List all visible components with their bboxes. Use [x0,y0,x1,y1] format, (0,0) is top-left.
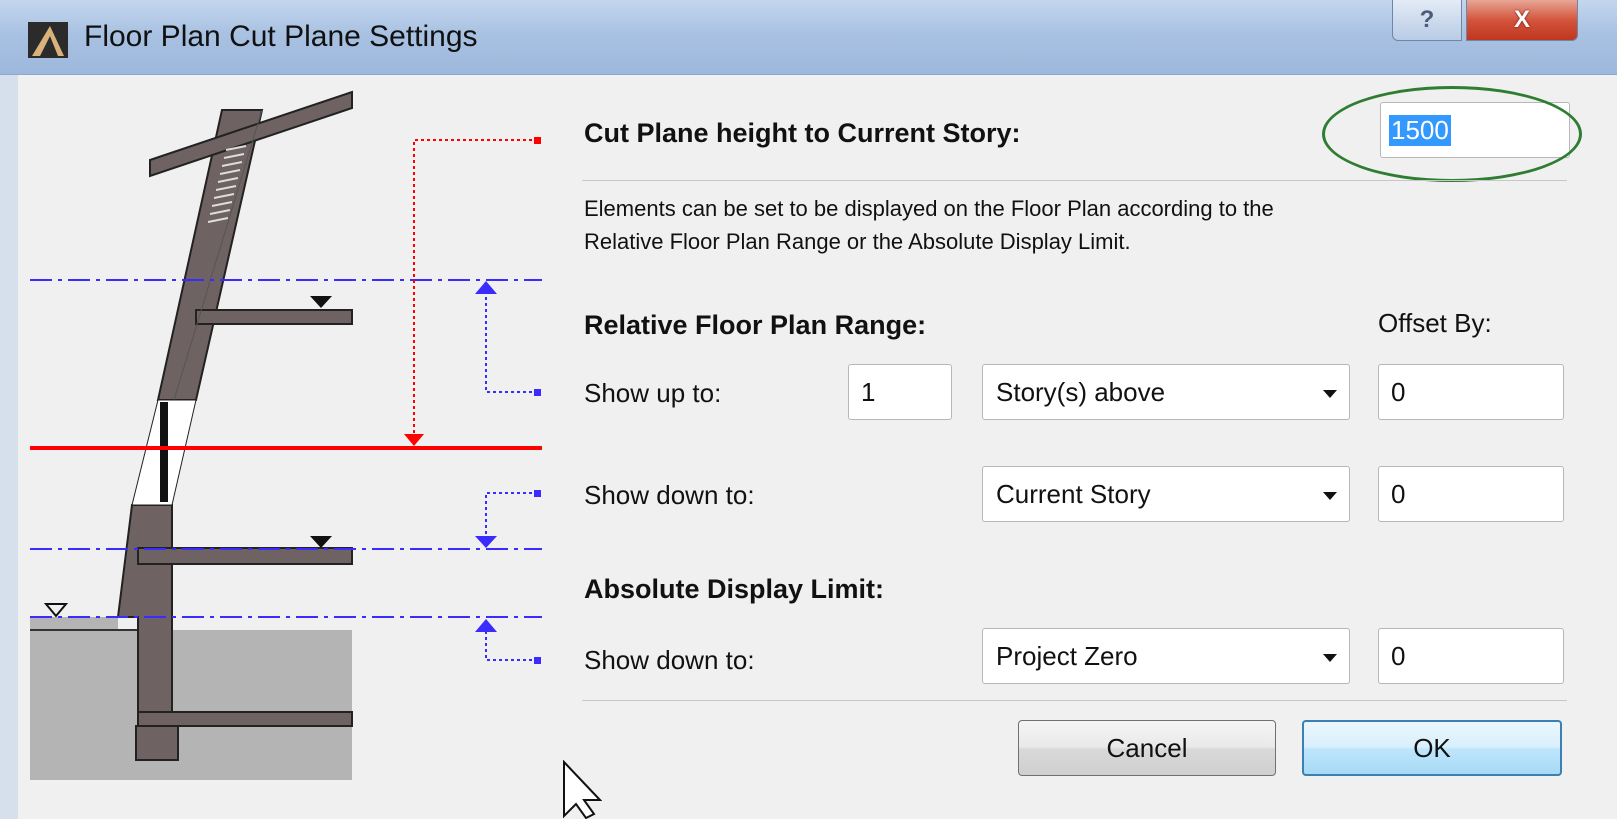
show-up-to-select-value: Story(s) above [996,376,1166,407]
absolute-limit-heading: Absolute Display Limit: [584,574,885,604]
help-button[interactable]: ? [1392,0,1462,41]
mouse-cursor-icon [563,760,602,819]
offset-by-heading: Offset By: [1378,308,1492,338]
annotation-highlight-oval [1322,86,1582,182]
cut-plane-height-label: Cut Plane height to Current Story: [584,118,1021,148]
absolute-show-down-to-label: Show down to: [584,645,755,675]
chevron-down-icon [1323,390,1337,398]
show-down-to-offset-input[interactable]: 0 [1378,466,1564,522]
chevron-down-icon [1323,492,1337,500]
show-up-to-offset-value: 0 [1391,376,1406,407]
close-button[interactable]: X [1466,0,1578,41]
window-title: Floor Plan Cut Plane Settings [84,20,478,53]
absolute-show-down-to-select-value: Project Zero [996,640,1138,671]
show-down-to-label: Show down to: [584,480,755,510]
chevron-down-icon [1323,654,1337,662]
dialog-window: Floor Plan Cut Plane Settings ? X Cut Pl… [0,0,1617,819]
ground-section [30,617,352,780]
show-down-to-offset-value: 0 [1391,478,1406,509]
cancel-button[interactable]: Cancel [1018,720,1276,776]
absolute-show-down-to-select[interactable]: Project Zero [982,628,1350,684]
cut-plane-section-diagram [30,90,542,780]
separator-top [582,180,1567,181]
description-line-1: Elements can be set to be displayed on t… [584,196,1274,221]
close-icon: X [1513,6,1530,33]
absolute-show-down-to-offset-value: 0 [1391,640,1406,671]
cut-plane-leader-dot [534,137,541,144]
window-opening [131,399,197,506]
show-up-to-select[interactable]: Story(s) above [982,364,1350,420]
help-icon: ? [1419,6,1435,33]
ok-button[interactable]: OK [1302,720,1562,776]
relative-range-heading: Relative Floor Plan Range: [584,310,927,340]
show-down-to-select[interactable]: Current Story [982,466,1350,522]
separator-bottom [582,700,1567,701]
show-down-to-select-value: Current Story [996,478,1151,509]
range-arrows [475,281,541,664]
archicad-app-icon [28,22,68,58]
show-up-to-count-value: 1 [861,376,876,407]
upper-tilted-wall [149,90,353,401]
description-text: Elements can be set to be displayed on t… [584,192,1544,258]
cut-plane-arrow [404,434,424,446]
show-up-to-offset-input[interactable]: 0 [1378,364,1564,420]
show-up-to-count-input[interactable]: 1 [848,364,952,420]
range-dimensions [485,292,538,661]
title-bar[interactable]: Floor Plan Cut Plane Settings ? X [0,0,1617,75]
description-line-2: Relative Floor Plan Range or the Absolut… [584,229,1131,254]
show-up-to-label: Show up to: [584,378,722,408]
absolute-show-down-to-offset-input[interactable]: 0 [1378,628,1564,684]
